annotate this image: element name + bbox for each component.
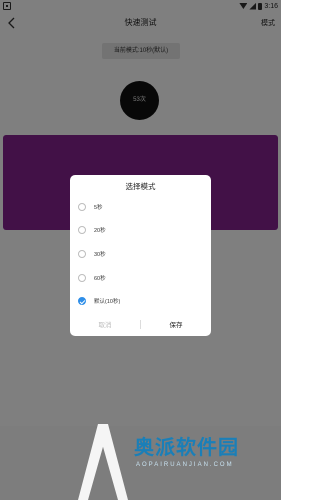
radio-icon[interactable] (78, 274, 86, 282)
option-default[interactable]: 默认(10秒) (78, 294, 203, 308)
app-screen: 3:16 快速测试 模式 当前模式:10秒(默认) 53次 选择模式 5秒 20… (0, 0, 281, 500)
option-label: 30秒 (94, 252, 106, 258)
option-label: 默认(10秒) (94, 299, 121, 305)
watermark-domain: AOPAIRUANJIAN.COM (136, 462, 234, 468)
checked-radio-icon[interactable] (78, 297, 86, 305)
save-button[interactable]: 保存 (141, 319, 211, 329)
option-label: 60秒 (94, 276, 106, 282)
cancel-button[interactable]: 取消 (70, 319, 140, 329)
watermark-text: 奥派软件园 (134, 435, 239, 459)
radio-icon[interactable] (78, 203, 86, 211)
select-mode-dialog: 选择模式 5秒 20秒 30秒 60秒 默认(10秒) 取消 保存 (70, 175, 211, 336)
radio-icon[interactable] (78, 226, 86, 234)
dialog-title: 选择模式 (125, 182, 156, 191)
radio-icon[interactable] (78, 250, 86, 258)
dialog-actions: 取消 保存 (70, 316, 211, 332)
option-5s[interactable]: 5秒 (78, 200, 203, 214)
option-30s[interactable]: 30秒 (78, 247, 203, 261)
option-20s[interactable]: 20秒 (78, 223, 203, 237)
option-label: 20秒 (94, 228, 106, 234)
option-label: 5秒 (94, 205, 103, 211)
option-60s[interactable]: 60秒 (78, 271, 203, 285)
